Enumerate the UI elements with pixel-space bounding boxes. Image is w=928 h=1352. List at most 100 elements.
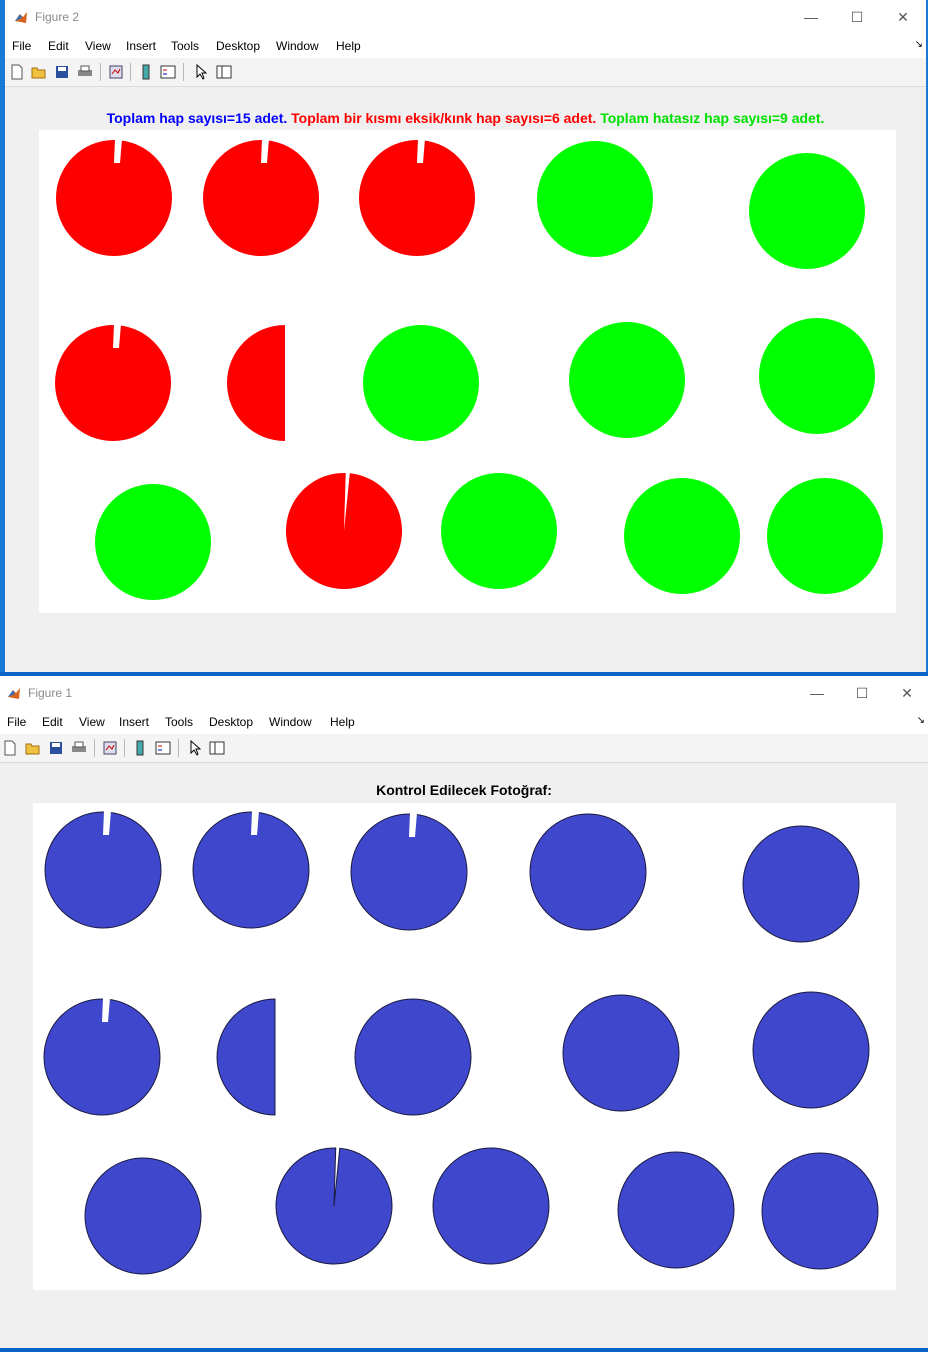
close-button[interactable]: ✕ — [884, 676, 928, 710]
intact-pill — [363, 325, 479, 441]
titlebar: Figure 2 — ☐ ✕ — [5, 0, 926, 34]
intact-pill — [761, 1152, 879, 1270]
menu-file[interactable]: File — [7, 715, 26, 729]
intact-pill — [767, 478, 883, 594]
window-title: Figure 2 — [35, 10, 80, 24]
menu-window[interactable]: Window — [276, 39, 319, 53]
intact-pill — [537, 141, 653, 257]
menu-edit[interactable]: Edit — [48, 39, 69, 53]
intact-pill — [759, 318, 875, 434]
defective-pill — [227, 325, 285, 441]
menu-desktop[interactable]: Desktop — [216, 39, 260, 53]
defective-pill — [44, 811, 162, 929]
figure-title: Kontrol Edilecek Fotoğraf: — [376, 782, 552, 798]
defective-pill — [56, 139, 172, 256]
menu-window[interactable]: Window — [269, 715, 312, 729]
result-axes — [39, 130, 896, 613]
taskbar-strip — [0, 1348, 928, 1352]
menu-tools[interactable]: Tools — [165, 715, 193, 729]
menubar: File Edit View Insert Tools Desktop Wind… — [0, 710, 928, 734]
menu-view[interactable]: View — [85, 39, 111, 53]
toolbar-separator — [94, 739, 95, 757]
colorbar-icon[interactable] — [137, 63, 155, 81]
open-file-icon[interactable] — [24, 739, 42, 757]
property-inspector-icon[interactable] — [208, 739, 226, 757]
menu-view[interactable]: View — [79, 715, 105, 729]
menu-insert[interactable]: Insert — [126, 39, 156, 53]
intact-pill — [354, 998, 472, 1116]
defective-pill — [359, 139, 475, 256]
defective-pill — [216, 998, 276, 1116]
toolbar-separator — [124, 739, 125, 757]
minimize-icon: — — [804, 9, 818, 25]
property-inspector-icon[interactable] — [215, 63, 233, 81]
edit-plot-icon[interactable] — [186, 739, 204, 757]
save-icon[interactable] — [53, 63, 71, 81]
intact-pill — [742, 825, 860, 943]
toolbar — [0, 734, 928, 763]
defective-pill — [285, 473, 402, 589]
result-image — [55, 139, 883, 600]
intact-pill — [84, 1157, 202, 1275]
new-figure-icon[interactable] — [8, 63, 26, 81]
toolbar-separator — [183, 63, 184, 81]
minimize-button[interactable]: — — [788, 0, 834, 34]
maximize-icon: ☐ — [855, 684, 869, 701]
titlebar: Figure 1 — ☐ ✕ — [0, 676, 928, 710]
close-icon: ✕ — [901, 684, 913, 701]
menu-insert[interactable]: Insert — [119, 715, 149, 729]
print-icon[interactable] — [76, 63, 94, 81]
toolbar — [5, 58, 926, 87]
intact-pill — [569, 322, 685, 438]
toolbar-separator — [130, 63, 131, 81]
original-axes — [33, 803, 896, 1290]
menu-tools[interactable]: Tools — [171, 39, 199, 53]
defective-pill — [55, 324, 171, 441]
dock-arrow-icon[interactable]: ↘ — [915, 39, 923, 50]
print-icon[interactable] — [70, 739, 88, 757]
figure-title: Toplam hap sayısı=15 adet. Toplam bir kı… — [5, 110, 926, 126]
figure-2-window: Figure 2 — ☐ ✕ File Edit View Insert Too… — [0, 0, 928, 672]
defective-pill — [275, 1147, 393, 1265]
matlab-icon — [13, 9, 29, 25]
menu-file[interactable]: File — [12, 39, 31, 53]
menubar: File Edit View Insert Tools Desktop Wind… — [5, 34, 926, 58]
link-plot-icon[interactable] — [107, 63, 125, 81]
maximize-icon: ☐ — [850, 8, 864, 25]
menu-help[interactable]: Help — [336, 39, 361, 53]
close-icon: ✕ — [897, 8, 909, 25]
total-count-text: Toplam hap sayısı=15 adet. — [106, 110, 288, 126]
menu-desktop[interactable]: Desktop — [209, 715, 253, 729]
menu-help[interactable]: Help — [330, 715, 355, 729]
intact-count-text: Toplam hatasız hap sayısı=9 adet. — [600, 110, 825, 126]
intact-pill — [529, 813, 647, 931]
legend-icon[interactable] — [154, 739, 172, 757]
intact-pill — [562, 994, 680, 1112]
maximize-button[interactable]: ☐ — [839, 676, 885, 710]
defective-pill — [203, 139, 319, 256]
defective-pill — [43, 998, 161, 1116]
intact-pill — [432, 1147, 550, 1265]
open-file-icon[interactable] — [30, 63, 48, 81]
intact-pill — [441, 473, 557, 589]
defective-pill — [350, 813, 468, 931]
window-title: Figure 1 — [28, 686, 73, 700]
defective-count-text: Toplam bir kısmı eksik/kınk hap sayısı=6… — [291, 110, 597, 126]
toolbar-separator — [100, 63, 101, 81]
minimize-button[interactable]: — — [794, 676, 840, 710]
new-figure-icon[interactable] — [1, 739, 19, 757]
save-icon[interactable] — [47, 739, 65, 757]
edit-plot-icon[interactable] — [192, 63, 210, 81]
toolbar-separator — [178, 739, 179, 757]
legend-icon[interactable] — [159, 63, 177, 81]
intact-pill — [617, 1151, 735, 1269]
maximize-button[interactable]: ☐ — [834, 0, 880, 34]
menu-edit[interactable]: Edit — [42, 715, 63, 729]
figure-1-window: Figure 1 — ☐ ✕ File Edit View Insert Too… — [0, 676, 928, 1348]
close-button[interactable]: ✕ — [880, 0, 926, 34]
link-plot-icon[interactable] — [101, 739, 119, 757]
dock-arrow-icon[interactable]: ↘ — [917, 715, 925, 726]
intact-pill — [752, 991, 870, 1109]
colorbar-icon[interactable] — [131, 739, 149, 757]
intact-pill — [749, 153, 865, 269]
